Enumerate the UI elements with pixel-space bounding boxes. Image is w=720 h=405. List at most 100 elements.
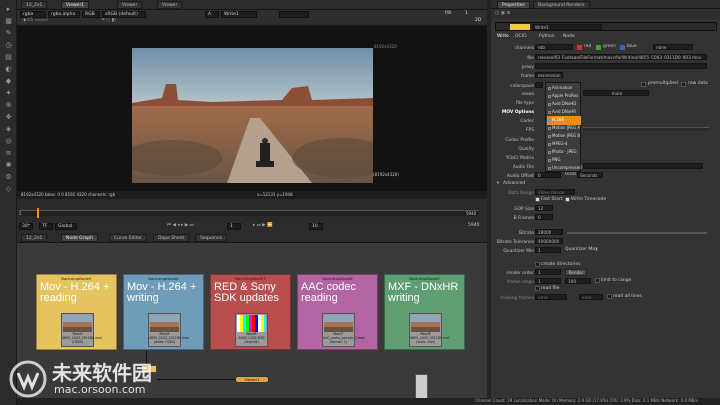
data-range-select[interactable]: Video Range — [535, 189, 575, 195]
audio-file-field[interactable] — [583, 163, 703, 169]
roi-icon[interactable]: ⌗ ▢ ◧ — [102, 18, 116, 24]
proxy-field[interactable] — [535, 63, 707, 69]
render-order-field[interactable]: 1 — [535, 269, 561, 275]
node-name-field[interactable]: Write1 — [532, 24, 602, 30]
frame-start-field[interactable]: 1 — [535, 278, 561, 284]
channels-select[interactable]: rgb — [535, 44, 573, 50]
toolsets-icon[interactable]: ⚙ — [4, 174, 13, 181]
playhead[interactable] — [37, 208, 39, 218]
particles-icon[interactable]: ✺ — [4, 162, 13, 169]
color-icon[interactable]: ◐ — [4, 66, 13, 73]
image-icon[interactable]: ▦ — [4, 18, 13, 25]
read-node[interactable]: Read8 4855_C003_0311D0.mxf (write: mxf) — [409, 313, 449, 347]
codec-option[interactable]: Uncompressed — [547, 164, 582, 173]
merge-icon[interactable]: ⊕ — [4, 102, 13, 109]
red-checkbox[interactable] — [577, 45, 582, 50]
audio-offset-field[interactable]: 0 — [535, 172, 561, 178]
gop-field[interactable]: 12 — [535, 205, 553, 211]
read-node[interactable]: Read7 AAC_audio_sample_2.mov (format: 1) — [322, 313, 365, 347]
input-node-select[interactable]: Write1 — [221, 11, 257, 18]
colorspace-select[interactable]: sRGB (default) — [102, 11, 146, 18]
read-node[interactable]: Read6 A000_C002.R3D (red/r3d) — [235, 313, 268, 347]
alpha-select[interactable]: none — [653, 44, 693, 50]
read-node[interactable]: Read4 4855_C003_0311D0.mov (H264) — [61, 313, 102, 347]
units-select[interactable]: Seconds — [577, 172, 603, 178]
quantizer-max-field[interactable]: 3 — [593, 247, 601, 253]
write-timecode-checkbox[interactable] — [565, 197, 570, 202]
subtab-python[interactable]: Python — [539, 34, 555, 40]
step-buttons[interactable]: ▸ ⏭ ▶ ⏩ — [253, 223, 273, 229]
gain-icon[interactable]: ◑ f/1 ▭▭▭ — [22, 18, 48, 24]
read-file-checkbox[interactable] — [535, 286, 540, 291]
subtab-write[interactable]: Write — [497, 34, 509, 40]
green-checkbox[interactable] — [596, 45, 601, 50]
tab-curve-editor[interactable]: Curve Editor — [109, 234, 148, 242]
transform-icon[interactable]: ✥ — [4, 114, 13, 121]
blue-checkbox[interactable] — [620, 45, 625, 50]
tab-properties[interactable]: Properties — [497, 1, 530, 9]
frame-field[interactable]: 1 — [227, 223, 241, 230]
viewer-canvas[interactable]: 8192x4320 (8192x4320) 8192x4320 bbox: 0 … — [17, 26, 487, 199]
rgb-select[interactable]: RGB — [82, 11, 100, 18]
frame-end-field[interactable]: 100 — [565, 278, 591, 284]
fast-start-checkbox[interactable] — [535, 197, 540, 202]
read-node[interactable]: Read5 4855_C003_0311D0.mov (write: H264) — [148, 313, 189, 347]
properties-tools[interactable]: ◫ ▣ ⊞ — [495, 11, 510, 17]
tf-select[interactable]: TF — [39, 223, 53, 230]
read-all-lines-checkbox[interactable] — [607, 294, 612, 299]
metadata-icon[interactable]: ≡ — [4, 150, 13, 157]
timeline-ruler[interactable] — [19, 210, 479, 216]
pointer-icon[interactable]: ▸ — [4, 6, 13, 13]
fps-field[interactable]: 30* — [19, 223, 33, 230]
channels-select[interactable]: rgba — [20, 11, 46, 18]
render-button[interactable]: Render — [565, 269, 587, 276]
quantizer-min-field[interactable]: 1 — [535, 247, 561, 253]
backdrop-node[interactable]: BackdropNode6 Mov - H.264 + writing Read… — [123, 274, 204, 350]
backdrop-node[interactable]: BackdropNode7 RED & Sony SDK updates Rea… — [210, 274, 291, 350]
on-error-select[interactable]: error — [579, 294, 603, 300]
filter-icon[interactable]: ◆ — [4, 78, 13, 85]
colorspace-select[interactable] — [535, 82, 543, 88]
create-directories-checkbox[interactable] — [535, 262, 540, 267]
subtab-node[interactable]: Node — [563, 34, 575, 40]
gamma-value[interactable]: f/8 — [445, 11, 451, 17]
input-a-select[interactable]: A — [205, 11, 219, 18]
raw-data-checkbox[interactable] — [681, 82, 686, 87]
draw-icon[interactable]: ✎ — [4, 30, 13, 37]
alpha-select[interactable]: rgba.alpha — [48, 11, 80, 18]
bframes-field[interactable]: 0 — [535, 214, 553, 220]
viewer-node[interactable]: Viewer1 — [235, 376, 269, 383]
tab-dope-sheet[interactable]: Dope Sheet — [153, 234, 190, 242]
other-icon[interactable]: ◇ — [4, 186, 13, 193]
tab-viewer1[interactable]: Viewer1 — [61, 1, 90, 9]
input-b-select[interactable] — [279, 11, 309, 18]
limit-range-checkbox[interactable] — [595, 278, 600, 283]
file-path-field[interactable]: release/03_Footage/FileFormat/movs/forWr… — [535, 54, 707, 60]
premultiplied-checkbox[interactable] — [641, 82, 646, 87]
views-select[interactable]: main — [583, 90, 649, 96]
bitrate-tolerance-field[interactable]: 40000000 — [535, 238, 563, 244]
channel-icon[interactable]: ▤ — [4, 54, 13, 61]
bitrate-field[interactable]: 28000 — [535, 229, 563, 235]
time-icon[interactable]: ◷ — [4, 42, 13, 49]
backdrop-node[interactable]: BackdropNode9 MXF - DNxHR writing Read8 4… — [384, 274, 465, 350]
node-color-swatch[interactable] — [510, 24, 530, 30]
tab-viewer[interactable]: Viewer — [117, 1, 143, 9]
3d-icon[interactable]: ◈ — [4, 126, 13, 133]
tab-sequence[interactable]: Sequence — [195, 234, 228, 242]
tab-node-graph[interactable]: Node Graph — [61, 234, 98, 242]
frame-mode-select[interactable]: expression — [535, 72, 563, 78]
backdrop-node[interactable]: BackdropNode5 Mov - H.264 + reading Read… — [36, 274, 117, 350]
increment-field[interactable]: 10 — [309, 223, 323, 230]
advanced-toggle[interactable]: ▾ — [497, 181, 499, 187]
codec-dropdown[interactable]: Animation Apple ProRes Avid DNxHD Avid DNxH… — [545, 82, 582, 173]
view-mode[interactable]: 2D — [475, 18, 481, 24]
tab-project[interactable]: 12_2v1 — [21, 1, 48, 9]
backdrop-node[interactable]: BackdropNode8 AAC codec reading Read7 AAC… — [297, 274, 378, 350]
subtab-ocio[interactable]: OCIO — [515, 34, 527, 40]
views-icon[interactable]: ◎ — [4, 138, 13, 145]
tab-project-bottom[interactable]: 12_2v1 — [21, 234, 48, 242]
bitrate-slider[interactable] — [567, 232, 707, 234]
missing-frames-select[interactable]: error — [535, 294, 567, 300]
transport-buttons[interactable]: ⏮ ◀ ◂ ▸ ▶ ⏭ — [167, 223, 194, 229]
